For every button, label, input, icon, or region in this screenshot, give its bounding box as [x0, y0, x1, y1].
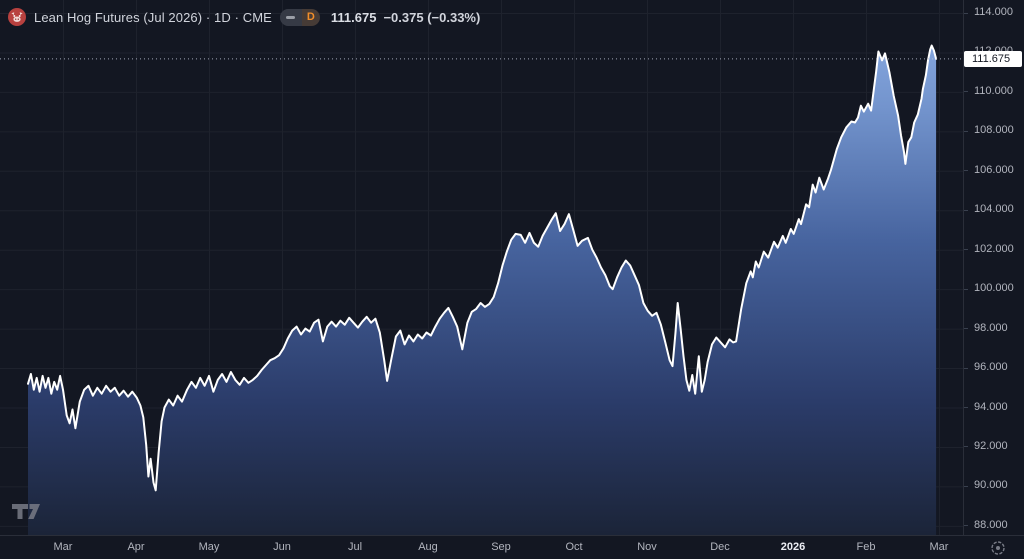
price-axis-tick	[964, 446, 968, 447]
time-axis-label: Aug	[418, 541, 438, 553]
price-axis[interactable]: 114.000112.000110.000108.000106.000104.0…	[963, 0, 1024, 535]
price-axis-label: 100.000	[974, 282, 1014, 294]
minus-icon	[280, 9, 302, 26]
price-axis-tick	[964, 486, 968, 487]
area-series	[28, 46, 936, 536]
time-axis-label: Nov	[637, 541, 657, 553]
price-axis-label: 108.000	[974, 124, 1014, 136]
time-axis-label: Apr	[127, 541, 144, 553]
time-axis-label: May	[199, 541, 220, 553]
price-axis-tick	[964, 131, 968, 132]
time-axis[interactable]: Mar Apr May Jun Jul Aug Sep Oct Nov Dec 2026 Feb Mar	[0, 535, 1024, 559]
price-axis-label: 102.000	[974, 243, 1014, 255]
last-price-label: 111.675	[964, 51, 1022, 67]
price-axis-tick	[964, 13, 968, 14]
time-axis-label: Sep	[491, 541, 511, 553]
time-axis-label: Dec	[710, 541, 730, 553]
price-axis-label: 94.000	[974, 401, 1008, 413]
time-axis-label: Mar	[54, 541, 73, 553]
price-axis-label: 92.000	[974, 440, 1008, 452]
symbol-title[interactable]: Lean Hog Futures (Jul 2026) · 1D · CME	[34, 10, 272, 25]
quote-values: 111.675 −0.375 (−0.33%)	[331, 10, 480, 25]
price-axis-tick	[964, 289, 968, 290]
price-axis-label: 90.000	[974, 479, 1008, 491]
settings-gear-icon[interactable]	[988, 539, 1008, 557]
time-axis-label: Oct	[565, 541, 582, 553]
time-axis-label: Jun	[273, 541, 291, 553]
price-chart[interactable]	[0, 0, 963, 535]
symbol-header: Lean Hog Futures (Jul 2026) · 1D · CME D…	[8, 7, 480, 27]
price-axis-label: 114.000	[974, 6, 1013, 18]
price-change: −0.375 (−0.33%)	[383, 10, 480, 25]
price-axis-tick	[964, 249, 968, 250]
price-axis-label: 104.000	[974, 203, 1014, 215]
price-axis-tick	[964, 407, 968, 408]
last-price: 111.675	[331, 10, 377, 25]
tradingview-logo[interactable]	[11, 503, 41, 520]
price-axis-tick	[964, 91, 968, 92]
price-axis-label: 106.000	[974, 164, 1014, 176]
pig-icon[interactable]	[8, 8, 26, 26]
price-axis-label: 98.000	[974, 322, 1008, 334]
interval-badge[interactable]: D	[280, 9, 320, 26]
interval-label: D	[302, 9, 320, 26]
price-axis-tick	[964, 368, 968, 369]
time-axis-label: Jul	[348, 541, 362, 553]
time-axis-label: Feb	[857, 541, 876, 553]
price-axis-tick	[964, 328, 968, 329]
price-axis-tick	[964, 210, 968, 211]
price-axis-tick	[964, 525, 968, 526]
price-axis-label: 96.000	[974, 361, 1008, 373]
price-axis-label: 88.000	[974, 519, 1008, 531]
chart-widget: 114.000112.000110.000108.000106.000104.0…	[0, 0, 1024, 559]
price-axis-label: 110.000	[974, 85, 1013, 97]
time-axis-label: 2026	[781, 541, 805, 553]
time-axis-label: Mar	[930, 541, 949, 553]
price-axis-tick	[964, 170, 968, 171]
